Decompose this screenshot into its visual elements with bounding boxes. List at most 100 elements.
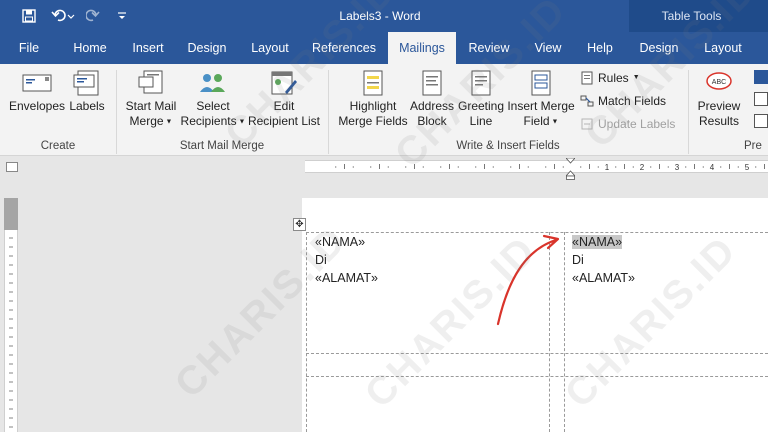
update-labels-button[interactable]: Update Labels xyxy=(580,114,675,134)
customize-toolbar-icon[interactable] xyxy=(114,0,130,32)
labels-button[interactable]: Labels xyxy=(68,70,106,114)
tab-layout[interactable]: Layout xyxy=(244,32,296,64)
ruler-dot xyxy=(457,166,459,168)
update-labels-label: Update Labels xyxy=(598,117,676,131)
rules-button[interactable]: Rules ▼ xyxy=(580,68,640,88)
table-gridline xyxy=(306,353,768,354)
tab-selector-icon[interactable] xyxy=(6,162,18,172)
preview-results-button[interactable]: ABC Preview Results xyxy=(694,70,744,129)
select-recipients-button[interactable]: Select Recipients ▼ xyxy=(180,70,246,129)
tab-design[interactable]: Design xyxy=(181,32,233,64)
label-cell-2[interactable]: «NAMA» Di «ALAMAT» xyxy=(572,233,635,287)
group-write-insert-label: Write & Insert Fields xyxy=(456,140,560,152)
label-cell-1[interactable]: «NAMA» Di «ALAMAT» xyxy=(315,233,378,287)
save-icon[interactable] xyxy=(18,0,40,32)
ruler-number: 4 xyxy=(710,163,715,172)
tab-table-design[interactable]: Design xyxy=(634,32,684,64)
vertical-ruler-ticks xyxy=(9,237,13,428)
insert-merge-field-button[interactable]: Insert Merge Field ▼ xyxy=(506,70,576,129)
greeting-line-label-1: Greeting xyxy=(457,99,505,113)
address-block-icon xyxy=(422,70,442,96)
tab-insert[interactable]: Insert xyxy=(124,32,172,64)
merge-field-alamat[interactable]: «ALAMAT» xyxy=(572,269,635,287)
vertical-ruler-margin xyxy=(4,198,18,230)
ruler-dot xyxy=(475,166,477,168)
ruler-dot xyxy=(510,166,512,168)
indent-marker-icon[interactable] xyxy=(565,157,576,180)
first-record-icon[interactable] xyxy=(754,70,768,84)
ruler-dot xyxy=(545,166,547,168)
ruler-dot xyxy=(335,166,337,168)
greeting-line-button[interactable]: Greeting Line xyxy=(456,70,506,129)
address-block-button[interactable]: Address Block xyxy=(408,70,456,129)
tab-table-layout[interactable]: Layout xyxy=(697,32,749,64)
group-separator xyxy=(116,70,117,154)
envelopes-button[interactable]: Envelopes xyxy=(8,70,66,114)
start-mail-merge-icon xyxy=(138,70,163,94)
ruler-dot xyxy=(440,166,442,168)
preview-results-icon: ABC xyxy=(706,72,732,90)
insert-field-icon xyxy=(531,70,551,96)
merge-field-nama[interactable]: «NAMA» xyxy=(315,233,378,251)
svg-text:ABC: ABC xyxy=(712,79,726,86)
edit-recipient-label-2: Recipient List xyxy=(247,114,321,128)
annotation-arrow xyxy=(496,234,560,326)
group-separator xyxy=(328,70,329,154)
redo-icon[interactable] xyxy=(84,0,102,32)
merge-field-alamat[interactable]: «ALAMAT» xyxy=(315,269,378,287)
tab-home[interactable]: Home xyxy=(64,32,116,64)
start-mail-merge-button[interactable]: Start Mail Merge ▼ xyxy=(122,70,180,129)
greeting-line-icon xyxy=(471,70,491,96)
ruler-dot xyxy=(405,166,407,168)
ruler-dot xyxy=(737,166,739,168)
tab-view[interactable]: View xyxy=(526,32,570,64)
tab-review[interactable]: Review xyxy=(463,32,515,64)
ruler-dot xyxy=(387,166,389,168)
label-text-di: Di xyxy=(572,253,584,267)
preview-label-2: Results xyxy=(698,114,739,128)
chevron-down-icon: ▼ xyxy=(163,118,173,126)
tab-references[interactable]: References xyxy=(307,32,381,64)
ruler-dot xyxy=(580,166,582,168)
match-fields-button[interactable]: Match Fields xyxy=(580,91,666,111)
tab-mailings[interactable]: Mailings xyxy=(388,32,456,64)
ruler-dot xyxy=(755,166,757,168)
tab-file[interactable]: File xyxy=(8,32,50,64)
people-icon xyxy=(200,74,225,92)
group-preview-label: Pre xyxy=(744,140,762,152)
ruler-number: 3 xyxy=(675,163,680,172)
ruler-dot xyxy=(685,166,687,168)
greeting-line-label-2: Line xyxy=(469,114,493,128)
edit-recipient-list-button[interactable]: Edit Recipient List xyxy=(246,70,322,129)
ruler-dot xyxy=(650,166,652,168)
chevron-down-icon: ▼ xyxy=(549,118,559,126)
envelopes-label: Envelopes xyxy=(8,99,66,113)
merge-field-nama[interactable]: «NAMA» xyxy=(572,235,623,249)
chevron-down-icon: ▼ xyxy=(632,74,640,81)
insert-field-label-1: Insert Merge xyxy=(507,99,575,113)
undo-icon[interactable] xyxy=(48,0,78,32)
document-title: Labels3 - Word xyxy=(339,9,421,23)
table-move-handle-icon[interactable]: ✥ xyxy=(293,218,306,231)
ruler-dot xyxy=(370,166,372,168)
labels-icon xyxy=(73,70,99,96)
address-block-label-2: Block xyxy=(417,114,447,128)
find-recipient-icon[interactable] xyxy=(754,92,768,106)
ruler-dot xyxy=(667,166,669,168)
ruler-number: 5 xyxy=(745,163,750,172)
ruler-dot xyxy=(615,166,617,168)
select-recipients-label-1: Select xyxy=(196,99,230,113)
table-tools-title: Table Tools xyxy=(661,9,722,23)
highlight-merge-fields-button[interactable]: Highlight Merge Fields xyxy=(336,70,410,129)
check-errors-icon[interactable] xyxy=(754,114,768,128)
match-fields-icon xyxy=(580,95,594,107)
ruler-dot xyxy=(527,166,529,168)
label-text-di: Di xyxy=(315,253,327,267)
group-start-mail-merge-label: Start Mail Merge xyxy=(179,140,265,152)
match-fields-label: Match Fields xyxy=(598,94,667,108)
group-create-label: Create xyxy=(40,140,76,152)
start-mail-merge-label-2: Merge xyxy=(129,114,164,128)
address-block-label-1: Address xyxy=(409,99,455,113)
rules-label: Rules xyxy=(598,71,629,85)
tab-help[interactable]: Help xyxy=(580,32,620,64)
